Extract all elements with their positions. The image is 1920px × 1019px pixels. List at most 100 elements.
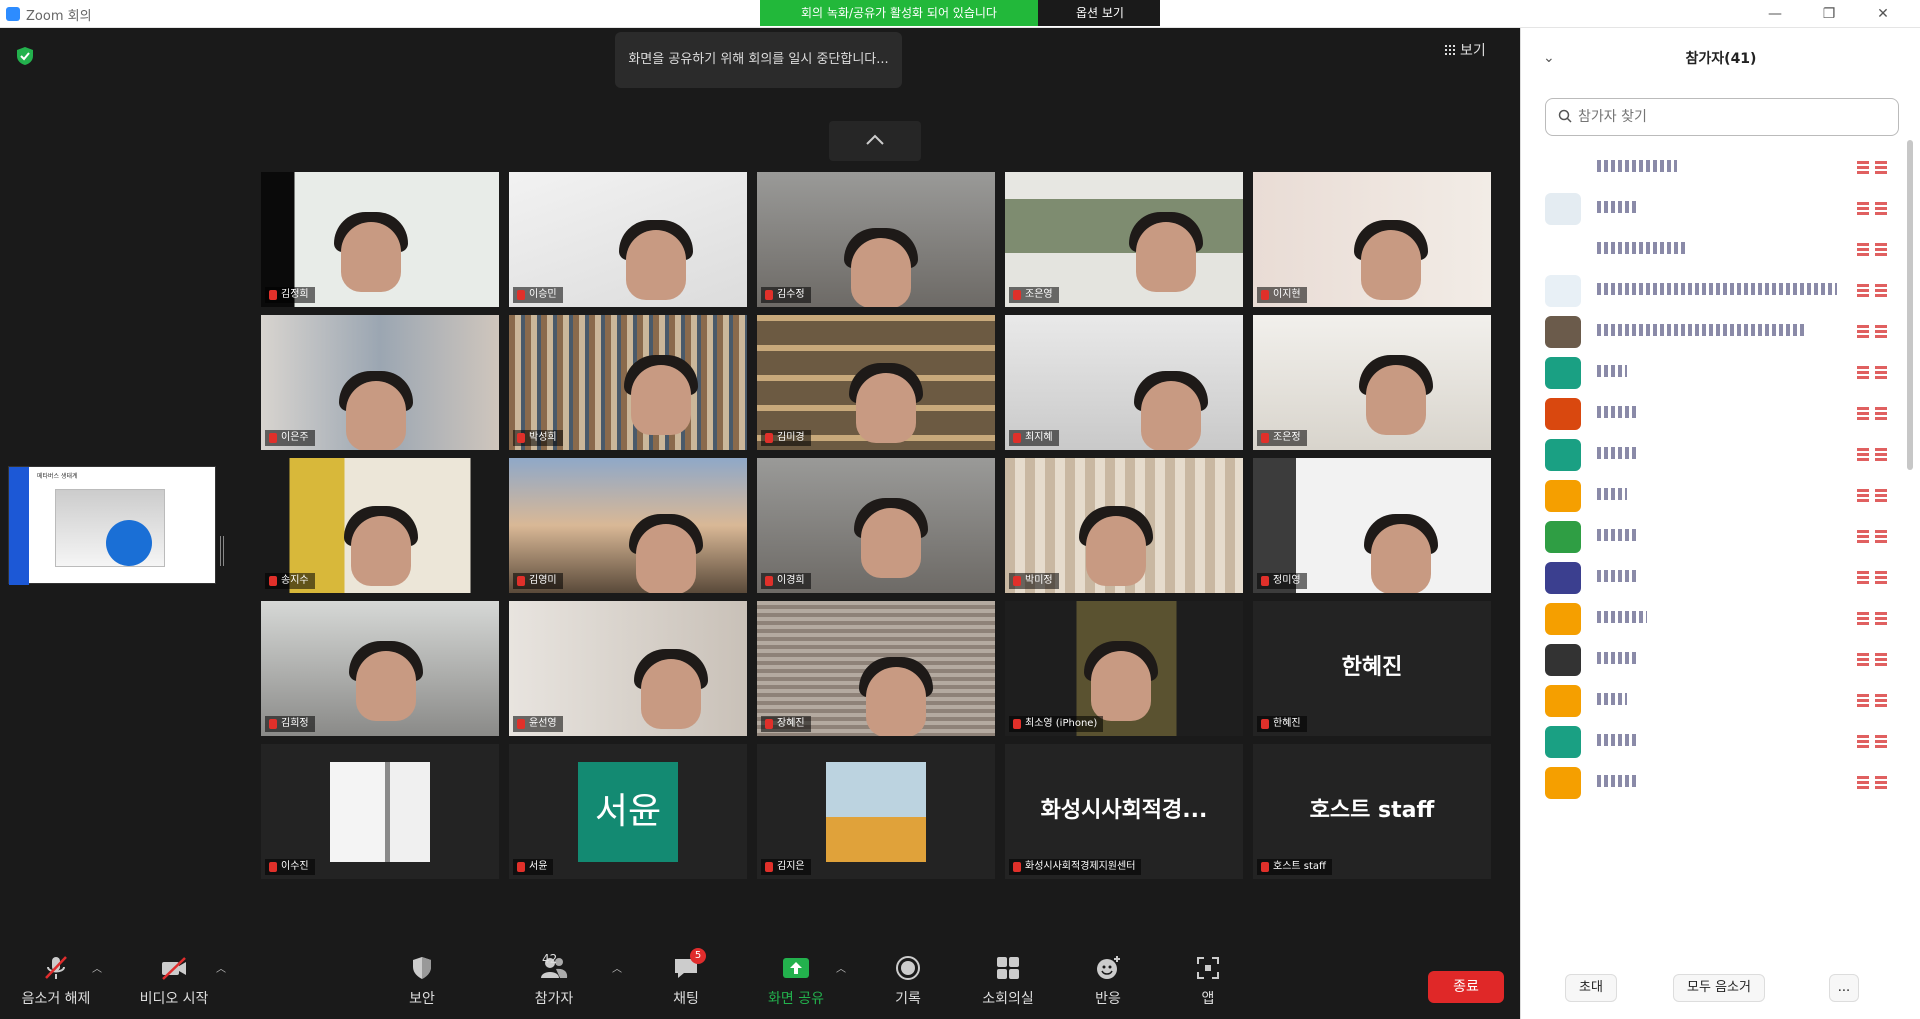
video-tile[interactable]: 김희정: [261, 601, 499, 736]
view-options-button[interactable]: 옵션 보기: [1050, 0, 1150, 26]
participant-row[interactable]: [1545, 273, 1895, 309]
unmute-label: 음소거 해제: [21, 991, 91, 1007]
tile-display-name: 한혜진: [1341, 655, 1403, 680]
end-meeting-button[interactable]: 종료: [1428, 971, 1504, 1003]
video-tile[interactable]: 한혜진 한혜진: [1253, 601, 1491, 736]
participant-row[interactable]: [1545, 765, 1895, 801]
video-tile[interactable]: 김미경: [757, 315, 995, 450]
video-tile[interactable]: 화성시사회적경... 화성시사회적경제지원센터: [1005, 744, 1243, 879]
video-tile[interactable]: 윤선영: [509, 601, 747, 736]
video-tile[interactable]: 김영미: [509, 458, 747, 593]
person-silhouette-face: [631, 365, 691, 435]
video-tile[interactable]: 이지현: [1253, 172, 1491, 307]
more-options-button[interactable]: ...: [1829, 974, 1859, 1002]
mic-status-icon: [1875, 242, 1887, 256]
record-button[interactable]: 기록: [860, 954, 956, 1014]
video-tile[interactable]: 최지혜: [1005, 315, 1243, 450]
mute-all-button[interactable]: 모두 음소거: [1673, 974, 1765, 1002]
video-tile[interactable]: 조은정: [1253, 315, 1491, 450]
video-tile[interactable]: 이승민: [509, 172, 747, 307]
video-tile[interactable]: 조은영: [1005, 172, 1243, 307]
video-tile[interactable]: 호스트 staff 호스트 staff: [1253, 744, 1491, 879]
participant-row[interactable]: [1545, 724, 1895, 760]
participant-row[interactable]: [1545, 560, 1895, 596]
start-video-button[interactable]: 비디오 시작: [126, 954, 222, 1014]
participant-row[interactable]: [1545, 437, 1895, 473]
participant-name-redacted: [1597, 406, 1637, 418]
apps-button[interactable]: 앱: [1160, 954, 1256, 1014]
video-tile[interactable]: 박성희: [509, 315, 747, 450]
participant-row[interactable]: [1545, 601, 1895, 637]
breakout-rooms-button[interactable]: 소회의실: [960, 954, 1056, 1014]
participants-caret-icon[interactable]: ︿: [612, 960, 622, 975]
avatar: [1545, 562, 1581, 594]
participant-name-tag: 송지수: [265, 573, 315, 589]
participant-row[interactable]: [1545, 478, 1895, 514]
participants-panel-title: 참가자(41): [1685, 51, 1757, 67]
participant-name-tag: 김지은: [761, 859, 811, 875]
participant-row[interactable]: [1545, 355, 1895, 391]
video-tile[interactable]: 이은주: [261, 315, 499, 450]
thumbnail-resize-handle[interactable]: [220, 536, 224, 566]
video-status-icon: [1857, 283, 1869, 297]
avatar: [1545, 193, 1581, 225]
chat-button[interactable]: 5 채팅: [638, 948, 734, 1014]
participant-name-tag: 최소영 (iPhone): [1009, 716, 1104, 732]
person-silhouette-face: [856, 373, 916, 443]
avatar: [1545, 439, 1581, 471]
video-tile[interactable]: 김정희: [261, 172, 499, 307]
unmute-button[interactable]: 음소거 해제: [8, 954, 104, 1014]
page-up-button[interactable]: [829, 121, 921, 161]
participants-button[interactable]: 42 참가자: [506, 952, 602, 1014]
video-status-icon: [1857, 365, 1869, 379]
person-silhouette-face: [1371, 524, 1431, 593]
participant-row[interactable]: [1545, 519, 1895, 555]
mic-status-icon: [1875, 447, 1887, 461]
person-silhouette-face: [861, 508, 921, 578]
invite-button[interactable]: 초대: [1565, 974, 1617, 1002]
video-tile[interactable]: 이경희: [757, 458, 995, 593]
participant-list-scrollbar[interactable]: [1907, 140, 1913, 470]
reactions-label: 반응: [1095, 991, 1121, 1007]
video-tile[interactable]: 송지수: [261, 458, 499, 593]
participant-name-tag: 장혜진: [761, 716, 811, 732]
video-tile[interactable]: 최소영 (iPhone): [1005, 601, 1243, 736]
restore-icon[interactable]: ❐: [1814, 4, 1844, 24]
encryption-shield-icon[interactable]: [16, 46, 34, 66]
video-options-caret-icon[interactable]: ︿: [216, 960, 226, 975]
video-tile[interactable]: 장혜진: [757, 601, 995, 736]
audio-options-caret-icon[interactable]: ︿: [92, 960, 102, 975]
participant-search-input[interactable]: [1578, 105, 1878, 129]
chat-icon: 5: [672, 948, 706, 982]
share-status-text[interactable]: 회의 녹화/공유가 활성화 되어 있습니다: [760, 0, 1038, 26]
video-tile[interactable]: 박미정: [1005, 458, 1243, 593]
participant-row[interactable]: [1545, 314, 1895, 350]
video-tile[interactable]: 서윤 서윤: [509, 744, 747, 879]
security-button[interactable]: 보안: [374, 954, 470, 1014]
share-screen-button[interactable]: 화면 공유: [748, 954, 844, 1014]
participant-row[interactable]: [1545, 150, 1895, 186]
reactions-button[interactable]: 반응: [1060, 954, 1156, 1014]
shared-screen-thumbnail[interactable]: 메타버스 생태계: [8, 466, 216, 585]
participant-row[interactable]: [1545, 683, 1895, 719]
video-status-icon: [1857, 242, 1869, 256]
participant-name-tag: 조은영: [1009, 287, 1059, 303]
meeting-area: 화면을 공유하기 위해 회의를 일시 중단합니다... 보기 메타버스 생태계 …: [0, 28, 1520, 946]
avatar: [1545, 767, 1581, 799]
video-tile[interactable]: 정미영: [1253, 458, 1491, 593]
mic-status-icon: [1875, 406, 1887, 420]
minimize-icon[interactable]: —: [1760, 4, 1790, 24]
view-button[interactable]: 보기: [1444, 40, 1486, 64]
video-tile[interactable]: 김지은: [757, 744, 995, 879]
video-tile[interactable]: 이수진: [261, 744, 499, 879]
share-screen-label: 화면 공유: [768, 991, 824, 1007]
close-icon[interactable]: ✕: [1868, 4, 1898, 24]
participant-row[interactable]: [1545, 642, 1895, 678]
participant-row[interactable]: [1545, 191, 1895, 227]
share-options-caret-icon[interactable]: ︿: [836, 960, 846, 975]
participant-row[interactable]: [1545, 232, 1895, 268]
participant-name-tag: 김미경: [761, 430, 811, 446]
participant-search-box[interactable]: [1545, 98, 1899, 136]
participant-row[interactable]: [1545, 396, 1895, 432]
video-tile[interactable]: 김수정: [757, 172, 995, 307]
